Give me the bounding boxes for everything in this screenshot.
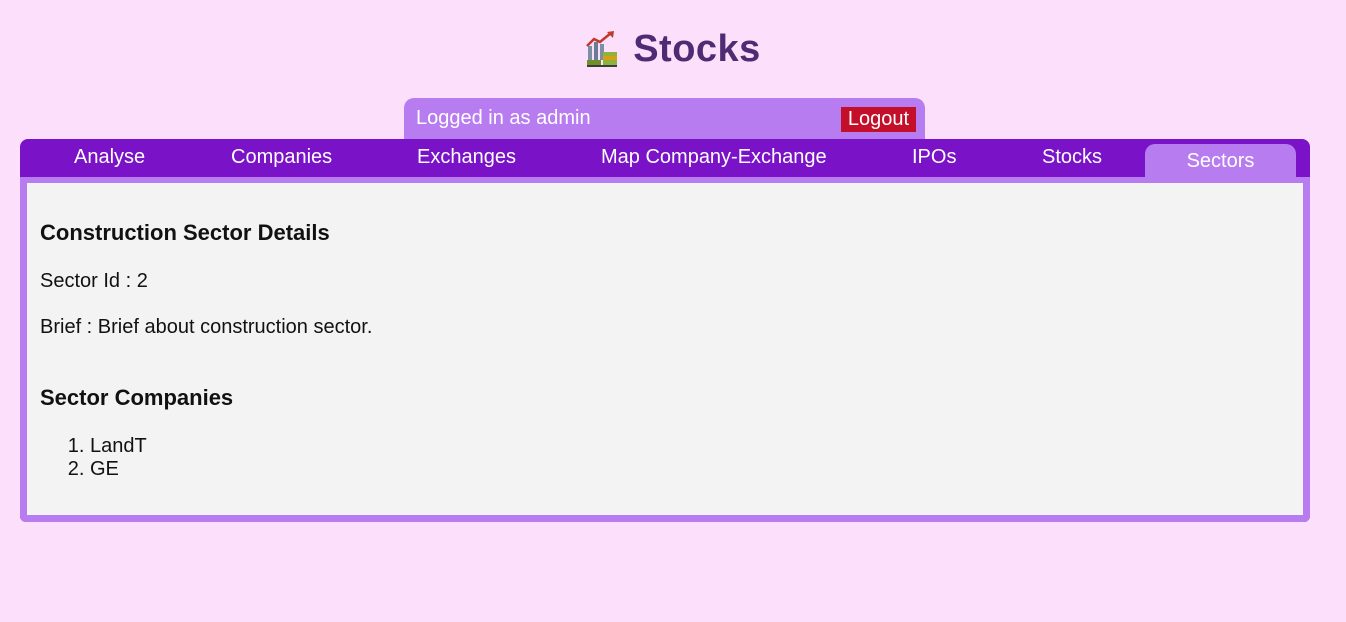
list-item: GE (90, 458, 147, 481)
sector-details-panel: Construction Sector Details Sector Id : … (27, 183, 1303, 515)
stock-chart-coins-icon (586, 31, 618, 67)
tab-stocks[interactable]: Stocks (1042, 146, 1102, 169)
tab-analyse[interactable]: Analyse (74, 146, 145, 169)
session-bar: Logged in as admin Logout (404, 98, 925, 139)
main-panel: Analyse Companies Exchanges Map Company-… (20, 139, 1310, 522)
sector-details-heading: Construction Sector Details (40, 220, 330, 245)
company-list: LandT GE (40, 435, 147, 481)
app-title: Stocks (633, 27, 761, 70)
nav-bar: Analyse Companies Exchanges Map Company-… (20, 139, 1310, 179)
sector-id-line: Sector Id : 2 (40, 270, 148, 292)
tab-ipos[interactable]: IPOs (912, 146, 956, 169)
tab-exchanges[interactable]: Exchanges (417, 146, 516, 169)
content-frame: Construction Sector Details Sector Id : … (20, 177, 1310, 522)
sector-brief-line: Brief : Brief about construction sector. (40, 316, 373, 338)
sector-companies-heading: Sector Companies (40, 385, 234, 410)
tab-companies[interactable]: Companies (231, 146, 332, 169)
logout-button[interactable]: Logout (840, 107, 916, 132)
logged-in-text: Logged in as admin (416, 107, 591, 129)
app-header: Stocks (0, 24, 1346, 74)
tab-map-company-exchange[interactable]: Map Company-Exchange (601, 146, 827, 169)
list-item: LandT (90, 435, 147, 458)
tab-sectors[interactable]: Sectors (1145, 144, 1296, 177)
